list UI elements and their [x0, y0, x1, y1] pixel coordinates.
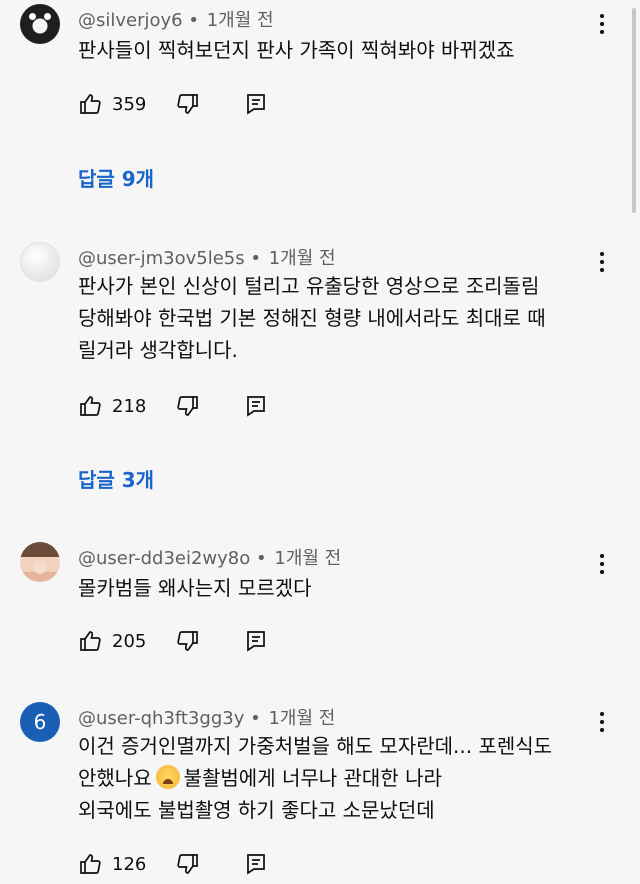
- reply-icon[interactable]: [244, 92, 268, 116]
- comment-author[interactable]: @user-dd3ei2wy8o: [78, 548, 250, 569]
- comment-text: 판사들이 찍혀보던지 판사 가족이 찍혀봐야 바뀌겠죠: [78, 38, 515, 62]
- comment-time[interactable]: 1개월 전: [207, 10, 274, 31]
- thumbs-down-icon[interactable]: [176, 394, 200, 418]
- thumbs-down-icon[interactable]: [176, 92, 200, 116]
- comment-author[interactable]: @silverjoy6: [78, 10, 183, 31]
- comment-time[interactable]: 1개월 전: [268, 708, 335, 729]
- thumbs-up-icon[interactable]: [78, 394, 102, 418]
- view-replies-button[interactable]: 답글 3개: [78, 464, 154, 493]
- thumbs-down-icon[interactable]: [176, 852, 200, 876]
- comment-time[interactable]: 1개월 전: [269, 248, 336, 269]
- comment-text: 몰카범들 왜사는지 모르겠다: [78, 576, 312, 600]
- thumbs-up-icon[interactable]: [78, 92, 102, 116]
- thumbs-up-icon[interactable]: [78, 852, 102, 876]
- comment-author[interactable]: @user-jm3ov5le5s: [78, 248, 245, 269]
- tired-face-emoji: [155, 765, 180, 789]
- like-count: 205: [112, 630, 147, 652]
- more-vertical-icon[interactable]: [592, 12, 612, 36]
- scrollbar[interactable]: [632, 8, 636, 213]
- avatar[interactable]: [20, 542, 60, 582]
- comment-time[interactable]: 1개월 전: [274, 548, 341, 569]
- comment-actions: 218: [78, 392, 268, 420]
- comment-text: 이건 증거인멸까지 가중처벌을 해도 모자란데... 포렌식도 안했나요 불촬범에…: [78, 734, 553, 822]
- thumbs-up-icon[interactable]: [78, 629, 102, 653]
- comment-meta: @silverjoy6 • 1개월 전: [78, 10, 274, 31]
- avatar[interactable]: 6: [20, 702, 60, 742]
- comment-text: 판사가 본인 신상이 털리고 유출당한 영상으로 조리돌림 당해봐야 한국법 기…: [78, 274, 546, 362]
- avatar[interactable]: [20, 242, 60, 282]
- comment-meta: @user-dd3ei2wy8o • 1개월 전: [78, 548, 342, 569]
- avatar[interactable]: [20, 4, 60, 44]
- reply-icon[interactable]: [244, 394, 268, 418]
- comment-actions: 359: [78, 90, 268, 118]
- view-replies-button[interactable]: 답글 9개: [78, 163, 154, 192]
- reply-icon[interactable]: [244, 852, 268, 876]
- comment-meta: @user-jm3ov5le5s • 1개월 전: [78, 248, 336, 269]
- reply-icon[interactable]: [244, 629, 268, 653]
- comment-actions: 205: [78, 627, 268, 655]
- thumbs-down-icon[interactable]: [176, 629, 200, 653]
- like-count: 126: [112, 853, 147, 875]
- like-count: 359: [112, 93, 147, 115]
- comment-actions: 126: [78, 850, 268, 878]
- comment-meta: @user-qh3ft3gg3y • 1개월 전: [78, 708, 336, 729]
- comment-author[interactable]: @user-qh3ft3gg3y: [78, 708, 244, 729]
- like-count: 218: [112, 395, 147, 417]
